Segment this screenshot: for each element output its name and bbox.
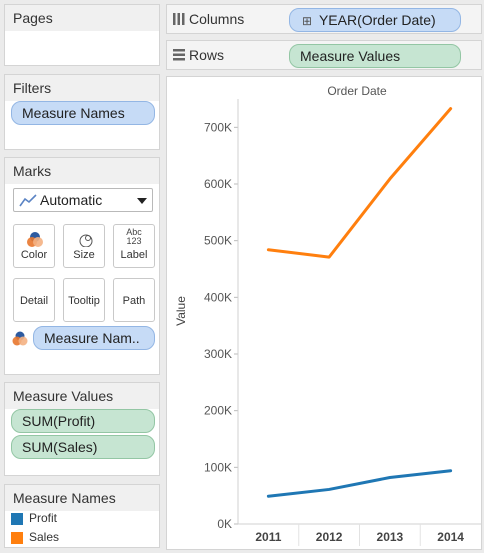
view-area: Order Date Value 0K 100K 200K 300K 400K 500K 6… (166, 76, 482, 550)
color-pill-measure-names[interactable]: Measure Nam.. (33, 326, 155, 350)
legend-title: Measure Names (5, 485, 159, 511)
columns-label: Columns (189, 11, 245, 27)
rows-label: Rows (189, 47, 225, 63)
pages-title: Pages (5, 5, 159, 31)
columns-icon (173, 13, 185, 25)
x-tick-label: 2014 (437, 530, 464, 544)
mark-type-dropdown[interactable]: Automatic (13, 188, 153, 212)
rows-icon (173, 49, 185, 61)
legend-label-profit: Profit (29, 511, 58, 525)
legend-swatch-profit (11, 513, 23, 525)
measure-pill-profit[interactable]: SUM(Profit) (11, 409, 155, 433)
color-button-label: Color (20, 249, 48, 261)
detail-button-label: Detail (19, 295, 49, 307)
mark-type-value: Automatic (40, 192, 103, 208)
x-tick-label: 2011 (255, 530, 281, 544)
x-axis: 2011 2012 2013 2014 (255, 524, 464, 546)
x-tick-label: 2012 (316, 530, 343, 544)
color-icon (27, 232, 43, 247)
series-line-sales (266, 107, 453, 259)
legend-card: Measure Names Profit Sales (4, 484, 160, 548)
plot-frame (237, 99, 481, 525)
label-icon: Abc 123 (114, 228, 154, 246)
marks-card: Marks Automatic Color Size Abc 123 Label (4, 157, 160, 375)
y-axis: 0K 100K 200K 300K 400K 500K 600K 700K (204, 120, 238, 531)
size-button[interactable]: Size (63, 224, 105, 268)
label-button[interactable]: Abc 123 Label (113, 224, 155, 268)
line-mark-icon (19, 194, 37, 207)
measure-pill-sales[interactable]: SUM(Sales) (11, 435, 155, 459)
y-tick-label: 300K (204, 347, 232, 361)
filters-title: Filters (5, 75, 159, 101)
color-encoding-icon (12, 331, 28, 346)
detail-button[interactable]: Detail (13, 278, 55, 322)
y-tick-label: 700K (204, 120, 232, 134)
path-button-label: Path (122, 295, 146, 307)
date-expand-icon[interactable]: ⊞ (302, 14, 312, 28)
y-axis-label: Value (174, 296, 188, 326)
legend-swatch-sales (11, 532, 23, 544)
measure-values-title: Measure Values (5, 383, 159, 409)
legend-label-sales: Sales (29, 530, 60, 544)
y-tick-label: 200K (204, 404, 232, 418)
filter-pill-measure-names[interactable]: Measure Names (11, 101, 155, 125)
y-tick-label: 400K (204, 290, 232, 304)
legend-item-profit[interactable]: Profit (11, 511, 151, 529)
tooltip-button[interactable]: Tooltip (63, 278, 105, 322)
filters-card: Filters Measure Names (4, 74, 160, 150)
x-tick-label: 2013 (377, 530, 404, 544)
line-chart: Order Date Value 0K 100K 200K 300K 400K 500K 6… (174, 84, 481, 546)
y-tick-label: 100K (204, 460, 232, 474)
pages-card: Pages (4, 4, 160, 66)
rows-pill-measure-values[interactable]: Measure Values (289, 44, 461, 68)
chart-title: Order Date (327, 84, 387, 98)
color-button[interactable]: Color (13, 224, 55, 268)
dropdown-arrow-icon (137, 198, 147, 204)
series-line-profit (266, 469, 453, 498)
path-button[interactable]: Path (113, 278, 155, 322)
series-lines (266, 107, 453, 498)
marks-title: Marks (5, 158, 159, 184)
y-tick-label: 600K (204, 177, 232, 191)
size-button-label: Size (73, 249, 95, 261)
y-tick-label: 0K (217, 517, 232, 531)
size-icon (79, 234, 93, 247)
tooltip-button-label: Tooltip (68, 295, 100, 307)
measure-values-card: Measure Values SUM(Profit) SUM(Sales) (4, 382, 160, 476)
label-icon-123: 123 (126, 236, 142, 246)
rows-shelf[interactable]: Rows Measure Values (166, 40, 482, 70)
columns-shelf[interactable]: Columns ⊞ YEAR(Order Date) (166, 4, 482, 34)
columns-pill-year-order-date[interactable]: ⊞ YEAR(Order Date) (289, 8, 461, 32)
columns-pill-label: YEAR(Order Date) (318, 12, 436, 28)
legend-item-sales[interactable]: Sales (11, 530, 151, 548)
y-tick-label: 500K (204, 234, 232, 248)
label-button-label: Label (120, 249, 148, 261)
